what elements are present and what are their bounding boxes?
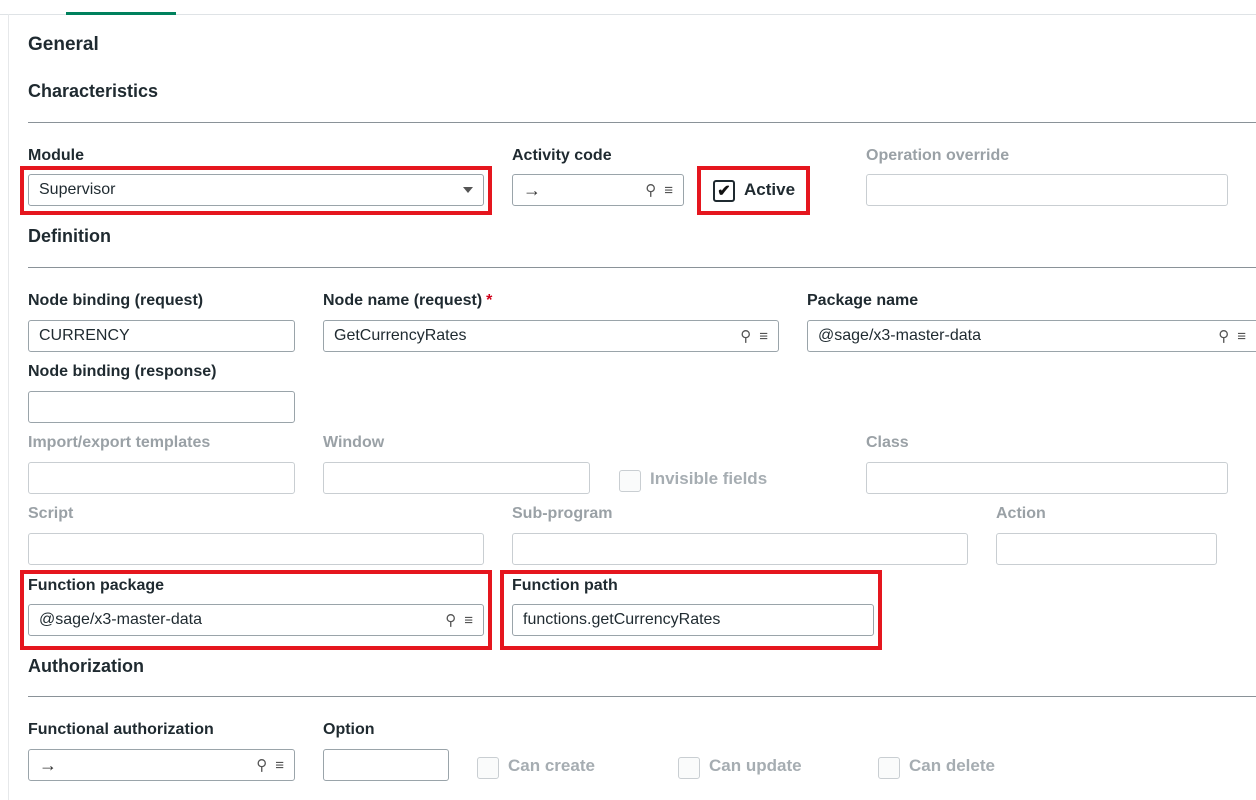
package-name-value: @sage/x3-master-data — [818, 327, 981, 344]
divider-authorization — [28, 696, 1256, 697]
arrow-right-icon[interactable]: → — [523, 180, 645, 201]
node-name-request-field[interactable]: GetCurrencyRates ⚲ ≡ — [323, 320, 779, 352]
script-field[interactable] — [28, 533, 484, 565]
window-label: Window — [323, 434, 385, 451]
node-binding-request-label: Node binding (request) — [28, 292, 204, 309]
function-package-value: @sage/x3-master-data — [39, 611, 202, 628]
section-title-definition: Definition — [28, 226, 111, 246]
module-label: Module — [28, 147, 84, 164]
class-field[interactable] — [866, 462, 1228, 494]
list-icon[interactable]: ≡ — [759, 328, 768, 345]
subprogram-label: Sub-program — [512, 505, 613, 522]
top-tab-bar — [0, 0, 1256, 15]
function-path-label: Function path — [512, 577, 618, 594]
section-title-general: General — [28, 34, 99, 55]
import-export-templates-field[interactable] — [28, 462, 295, 494]
search-icon[interactable]: ⚲ — [256, 756, 267, 774]
subprogram-field[interactable] — [512, 533, 968, 565]
arrow-right-icon[interactable]: → — [39, 755, 256, 776]
can-delete-label: Can delete — [909, 756, 995, 775]
can-create-label: Can create — [508, 756, 595, 775]
node-name-request-label: Node name (request) * — [323, 292, 492, 310]
package-name-field[interactable]: @sage/x3-master-data ⚲ ≡ — [807, 320, 1256, 352]
operation-override-label: Operation override — [866, 147, 1010, 164]
search-icon[interactable]: ⚲ — [740, 327, 751, 345]
functional-authorization-field[interactable]: → ⚲ ≡ — [28, 749, 295, 781]
class-label: Class — [866, 434, 909, 451]
divider-characteristics — [28, 122, 1256, 123]
invisible-fields-label: Invisible fields — [650, 469, 768, 488]
search-icon[interactable]: ⚲ — [445, 611, 456, 629]
function-package-label: Function package — [28, 577, 165, 594]
node-name-request-value: GetCurrencyRates — [334, 327, 467, 344]
active-label: Active — [744, 180, 796, 199]
list-icon[interactable]: ≡ — [1237, 328, 1246, 345]
function-package-field[interactable]: @sage/x3-master-data ⚲ ≡ — [28, 604, 484, 636]
highlight-module — [20, 166, 492, 215]
can-delete-checkbox[interactable] — [878, 757, 900, 779]
active-tab-indicator — [66, 12, 176, 15]
divider-definition — [28, 267, 1256, 268]
window-field[interactable] — [323, 462, 590, 494]
option-label: Option — [323, 721, 375, 738]
action-field[interactable] — [996, 533, 1217, 565]
function-path-value: functions.getCurrencyRates — [523, 611, 721, 628]
section-title-characteristics: Characteristics — [28, 81, 159, 101]
section-title-authorization: Authorization — [28, 656, 144, 676]
action-label: Action — [996, 505, 1046, 522]
functional-authorization-label: Functional authorization — [28, 721, 214, 738]
can-update-label: Can update — [709, 756, 802, 775]
option-field[interactable] — [323, 749, 449, 781]
active-checkbox[interactable]: ✔ — [713, 180, 735, 202]
node-name-request-text: Node name (request) — [323, 292, 483, 309]
search-icon[interactable]: ⚲ — [645, 181, 656, 199]
node-binding-response-label: Node binding (response) — [28, 363, 217, 380]
list-icon[interactable]: ≡ — [464, 612, 473, 629]
script-label: Script — [28, 505, 74, 522]
import-export-templates-label: Import/export templates — [28, 434, 211, 451]
list-icon[interactable]: ≡ — [664, 182, 673, 199]
activity-code-label: Activity code — [512, 147, 612, 164]
list-icon[interactable]: ≡ — [275, 757, 284, 774]
left-border — [8, 14, 9, 800]
can-create-checkbox[interactable] — [477, 757, 499, 779]
required-marker: * — [486, 292, 493, 309]
activity-code-field[interactable]: → ⚲ ≡ — [512, 174, 684, 206]
can-update-checkbox[interactable] — [678, 757, 700, 779]
node-binding-request-value: CURRENCY — [39, 327, 130, 344]
operation-override-field[interactable] — [866, 174, 1228, 206]
node-binding-request-field[interactable]: CURRENCY — [28, 320, 295, 352]
invisible-fields-checkbox[interactable] — [619, 470, 641, 492]
package-name-label: Package name — [807, 292, 919, 309]
function-path-field[interactable]: functions.getCurrencyRates — [512, 604, 874, 636]
search-icon[interactable]: ⚲ — [1218, 327, 1229, 345]
check-icon: ✔ — [717, 183, 731, 200]
node-binding-response-field[interactable] — [28, 391, 295, 423]
